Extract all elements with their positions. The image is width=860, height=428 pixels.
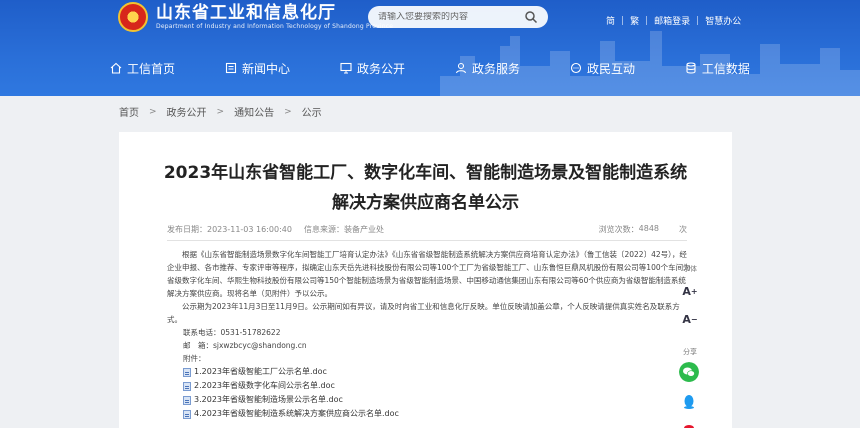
qq-icon[interactable] (679, 392, 699, 412)
article-meta: 发布日期：2023-11-03 16:00:40 信息来源：装备产业处 浏览次数… (167, 224, 687, 235)
simplified-chinese-link[interactable]: 简 (606, 14, 615, 27)
monitor-icon (340, 62, 352, 74)
nav-label: 工信首页 (127, 61, 176, 76)
home-icon (110, 62, 122, 74)
nav-label: 新闻中心 (241, 61, 290, 76)
meta-divider (167, 240, 687, 241)
email-login-link[interactable]: 邮箱登录 (654, 14, 690, 27)
database-icon (686, 62, 696, 74)
traditional-chinese-link[interactable]: 繁 (630, 14, 639, 27)
minus-icon: − (690, 314, 698, 324)
top-links: 简 | 繁 | 邮箱登录 | 智慧办公 (606, 14, 741, 28)
article-body: 根据《山东省智能制造场景数字化车间智能工厂培育认定办法》《山东省省级智能制造系统… (167, 248, 693, 421)
font-size-tools: 字体 A + A − (670, 264, 710, 336)
nav-label: 工信数据 (701, 61, 750, 76)
attachment-link[interactable]: 4.2023年省级智能制造系统解决方案供应商公示名单.doc (194, 407, 399, 421)
font-decrease-glyph: A (682, 312, 691, 326)
attachment-link[interactable]: 1.2023年省级智能工厂公示名单.doc (194, 365, 327, 379)
breadcrumb-home[interactable]: 首页 (119, 104, 139, 119)
share-label: 分享 (683, 348, 697, 356)
nav-item-gov-affairs[interactable]: 政务公开 (340, 58, 405, 78)
site-header: 山东省工业和信息化厅 Department of Industry and In… (0, 0, 860, 96)
wechat-icon[interactable] (679, 362, 699, 382)
breadcrumb: 首页 > 政务公开 > 通知公告 > 公示 (119, 104, 322, 120)
separator: | (645, 15, 649, 26)
views-label: 浏览次数： (598, 225, 639, 234)
views-unit: 次 (679, 225, 687, 234)
nav-label: 政务公开 (356, 61, 405, 76)
separator: | (621, 15, 625, 26)
article-card: 2023年山东省智能工厂、数字化车间、智能制造场景及智能制造系统解决方案供应商名… (119, 132, 732, 428)
nav-item-data[interactable]: 工信数据 (685, 58, 750, 78)
newspaper-icon (225, 62, 237, 74)
national-emblem-icon (118, 2, 148, 32)
breadcrumb-gov-affairs[interactable]: 政务公开 (167, 104, 207, 119)
attachment-link[interactable]: 3.2023年省级智能制造场景公示名单.doc (194, 393, 343, 407)
site-name-en: Department of Industry and Information T… (156, 23, 394, 30)
attachment-item[interactable]: 3.2023年省级智能制造场景公示名单.doc (183, 393, 693, 407)
nav-label: 政务服务 (471, 61, 520, 76)
smart-office-link[interactable]: 智慧办公 (705, 14, 741, 27)
document-icon (183, 395, 191, 405)
site-logo[interactable]: 山东省工业和信息化厅 Department of Industry and In… (118, 2, 393, 32)
attachment-item[interactable]: 2.2023年省级数字化车间公示名单.doc (183, 379, 693, 393)
document-icon (183, 367, 191, 377)
nav-item-interaction[interactable]: 政民互动 (570, 58, 635, 78)
attachment-item[interactable]: 1.2023年省级智能工厂公示名单.doc (183, 365, 693, 379)
nav-label: 政民互动 (586, 61, 635, 76)
nav-item-home[interactable]: 工信首页 (110, 58, 175, 78)
article-title: 2023年山东省智能工厂、数字化车间、智能制造场景及智能制造系统解决方案供应商名… (163, 163, 688, 213)
search-icon[interactable] (524, 10, 538, 24)
site-name: 山东省工业和信息化厅 (156, 3, 336, 23)
body-paragraph: 公示期为2023年11月3日至11月9日。公示期间如有异议，请及时向省工业和信息… (167, 302, 680, 324)
document-icon (183, 381, 191, 391)
breadcrumb-publicity[interactable]: 公示 (302, 104, 322, 119)
info-source: 信息来源：装备产业处 (303, 225, 384, 234)
search-input[interactable] (378, 12, 518, 22)
font-decrease-button[interactable]: A − (677, 308, 703, 330)
chevron-right-icon: > (149, 106, 157, 117)
font-label: 字体 (683, 265, 697, 273)
font-increase-button[interactable]: A + (677, 280, 703, 302)
views-count: 4848 (638, 224, 659, 233)
contact-email: 邮 箱：sjxwzbcyc@shandong.cn (183, 341, 307, 350)
breadcrumb-notices[interactable]: 通知公告 (234, 104, 274, 119)
user-icon (455, 62, 466, 74)
nav-item-news[interactable]: 新闻中心 (225, 58, 290, 78)
chat-icon (570, 62, 581, 74)
main-nav: 工信首页 新闻中心 政务公开 政务服务 政民互动 工信数据 (110, 58, 750, 78)
separator: | (696, 15, 700, 26)
plus-icon: + (690, 286, 698, 296)
attachment-link[interactable]: 2.2023年省级数字化车间公示名单.doc (194, 379, 335, 393)
nav-item-gov-services[interactable]: 政务服务 (455, 58, 520, 78)
search-box (368, 6, 548, 28)
attachment-item[interactable]: 4.2023年省级智能制造系统解决方案供应商公示名单.doc (183, 407, 693, 421)
chevron-right-icon: > (216, 106, 225, 117)
body-paragraph: 根据《山东省智能制造场景数字化车间智能工厂培育认定办法》《山东省省级智能制造系统… (167, 250, 691, 298)
document-icon (183, 409, 191, 419)
publish-date: 发布日期：2023-11-03 16:00:40 (167, 225, 292, 234)
attachments-label: 附件： (183, 354, 206, 363)
font-increase-glyph: A (682, 284, 691, 298)
chevron-right-icon: > (284, 106, 292, 117)
contact-phone: 联系电话：0531-51782622 (183, 328, 281, 337)
